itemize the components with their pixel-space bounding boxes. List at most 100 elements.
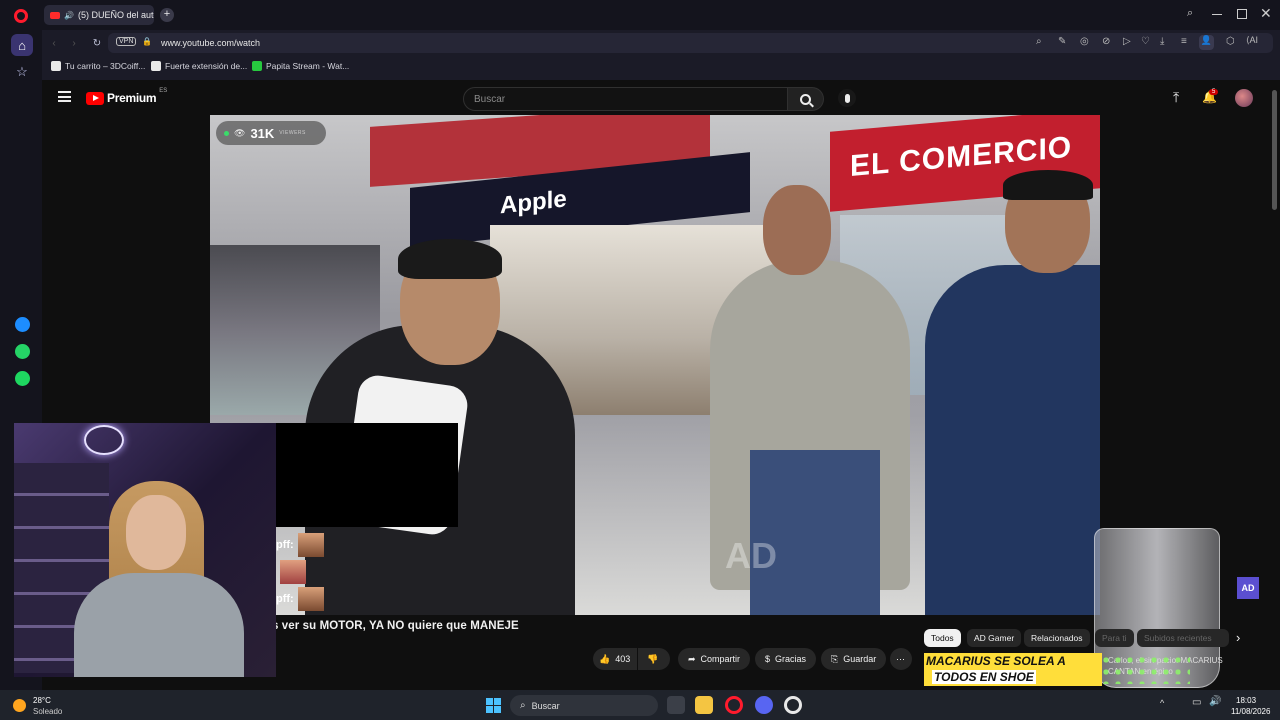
viewers-count: 31K (250, 125, 275, 141)
task-view-icon[interactable] (667, 696, 685, 714)
share-button[interactable]: ➦ Compartir (678, 648, 751, 670)
bookmark-favicon-icon (51, 61, 61, 71)
chip-subidos-recientes[interactable]: Subidos recientes (1137, 629, 1229, 647)
weather-icon[interactable] (13, 699, 26, 712)
heart-icon[interactable]: ♡ (1141, 36, 1150, 47)
weather-temp[interactable]: 28°C (33, 696, 51, 705)
ai-label: AI (1249, 35, 1259, 45)
hamburger-menu-icon[interactable] (58, 91, 71, 102)
save-button[interactable]: ⎘ Guardar (821, 648, 887, 670)
chips-next-icon[interactable]: › (1236, 630, 1240, 645)
thumb-text: MACARIUS SE SOLEA A (926, 654, 1066, 668)
url-text[interactable]: www.youtube.com/watch (161, 38, 260, 48)
edit-icon[interactable]: ✎ (1058, 36, 1066, 47)
vpn-badge[interactable]: VPN (116, 37, 137, 46)
more-actions-button[interactable]: ⋯ (890, 648, 912, 670)
clock-time[interactable]: 18:03 (1236, 696, 1256, 705)
discord-icon[interactable] (755, 696, 773, 714)
search-tabs-icon[interactable]: ⌕ (1187, 7, 1193, 20)
avatar[interactable] (1235, 89, 1253, 107)
zoom-icon[interactable]: ⌕ (1036, 36, 1042, 47)
opera-logo[interactable] (14, 9, 28, 23)
network-icon[interactable]: ▭ (1192, 697, 1201, 708)
scrollbar[interactable] (1272, 90, 1277, 210)
video-player[interactable]: EL COMERCIO Apple AD 👁 31K VIEWERS (210, 115, 1100, 615)
thanks-label: Gracias (775, 654, 807, 664)
aria-ai-button[interactable]: ⟨AI (1246, 35, 1258, 46)
thanks-button[interactable]: $ Gracias (755, 648, 817, 670)
minimize-button[interactable] (1212, 14, 1222, 15)
youtube-play-icon (86, 91, 104, 105)
chip-todos[interactable]: Todos (924, 629, 961, 647)
menu-icon[interactable]: ≡ (1181, 36, 1187, 47)
weather-desc[interactable]: Soleado (33, 707, 62, 716)
streamer-face (126, 495, 186, 570)
tab-youtube[interactable]: 🔊 (5) DUEÑO del auto E (44, 5, 154, 25)
spotify-icon[interactable] (11, 367, 33, 389)
thumb-text: TODOS EN SHOE (932, 670, 1036, 684)
save-label: Guardar (843, 654, 877, 664)
camera-icon[interactable]: ◎ (1080, 36, 1089, 47)
bookmark-item[interactable]: Tu carrito – 3DCoiff... (51, 61, 145, 71)
volume-icon[interactable]: 🔊 (1209, 696, 1221, 707)
store-sign-text: Apple (500, 185, 567, 220)
forward-icon[interactable]: › (66, 35, 82, 51)
bookmark-item[interactable]: Papita Stream - Wat... (252, 61, 349, 71)
recommendation-thumbnail[interactable]: MACARIUS SE SOLEA A TODOS EN SHOE (924, 653, 1102, 686)
opera-taskbar-icon[interactable] (725, 696, 743, 714)
voice-search-icon[interactable] (838, 89, 856, 107)
windows-taskbar: 28°C Soleado ⌕ Buscar ^ ▭ 🔊 18:03 11/08/… (0, 690, 1280, 720)
notification-badge: 5 (1209, 89, 1219, 95)
lock-icon[interactable]: 🔒 (142, 37, 152, 46)
url-field[interactable]: VPN 🔒 www.youtube.com/watch ⌕ ✎ ◎ ⊘ ▷ ♡ … (108, 33, 1273, 53)
search-button[interactable] (788, 87, 824, 111)
start-button-icon[interactable] (486, 698, 501, 713)
speaker-icon[interactable]: 🔊 (64, 11, 74, 20)
viewers-suffix: VIEWERS (279, 130, 306, 136)
home-icon[interactable]: ⌂ (11, 34, 33, 56)
video-watermark: AD (725, 535, 777, 576)
chat-line: pff: (276, 533, 324, 557)
chip-ad-gamer[interactable]: AD Gamer (967, 629, 1022, 647)
upload-icon[interactable]: ⤒ (1173, 89, 1179, 106)
chat-line: pff: (276, 587, 324, 611)
tab-title: (5) DUEÑO del auto E (77, 10, 154, 20)
channel-badge[interactable]: AD (1237, 577, 1259, 599)
youtube-logo[interactable]: Premium ES (86, 88, 167, 105)
chip-relacionados[interactable]: Relacionados (1024, 629, 1090, 647)
search-input[interactable]: Buscar (463, 87, 788, 111)
more-icon: ⋯ (896, 653, 905, 664)
logo-text: Premium (107, 91, 157, 105)
app-icon[interactable] (784, 696, 802, 714)
viewers-badge: 👁 31K VIEWERS (216, 121, 326, 145)
person-right1-jeans (750, 450, 880, 615)
bookmark-label: Papita Stream - Wat... (266, 61, 350, 71)
maximize-button[interactable] (1237, 9, 1247, 19)
adblock-icon[interactable]: ⊘ (1102, 36, 1110, 47)
taskbar-search[interactable]: ⌕ Buscar (510, 695, 658, 716)
title-bar: 🔊 (5) DUEÑO del auto E + ⌕ ✕ (42, 0, 1280, 30)
chat-user: pff: (276, 539, 294, 551)
close-button[interactable]: ✕ (1260, 5, 1272, 22)
star-icon[interactable]: ☆ (11, 61, 33, 83)
bookmark-favicon-icon (151, 61, 161, 71)
whatsapp-icon[interactable] (11, 340, 33, 362)
person-right1-head (763, 185, 831, 275)
dislike-button[interactable]: 👎 (638, 648, 670, 670)
play-icon[interactable]: ▷ (1123, 36, 1131, 47)
file-explorer-icon[interactable] (695, 696, 713, 714)
extensions-icon[interactable]: ⬡ (1226, 36, 1235, 47)
new-tab-button[interactable]: + (160, 8, 174, 22)
search-icon (800, 93, 814, 107)
bookmark-item[interactable]: Fuerte extensión de... (151, 61, 247, 71)
reload-icon[interactable]: ↻ (89, 35, 105, 51)
like-button[interactable]: 👍 403 (593, 648, 637, 670)
tray-arrow-icon[interactable]: ^ (1160, 698, 1164, 708)
person-right2-hair (1003, 170, 1093, 200)
clock-date[interactable]: 11/08/2026 (1231, 707, 1270, 716)
profile-icon[interactable]: 👤 (1199, 35, 1214, 50)
back-icon[interactable]: ‹ (46, 35, 62, 51)
chip-para-ti[interactable]: Para ti (1095, 629, 1134, 647)
messenger-icon[interactable] (11, 313, 33, 335)
download-icon[interactable]: ⤓ (1160, 36, 1164, 47)
